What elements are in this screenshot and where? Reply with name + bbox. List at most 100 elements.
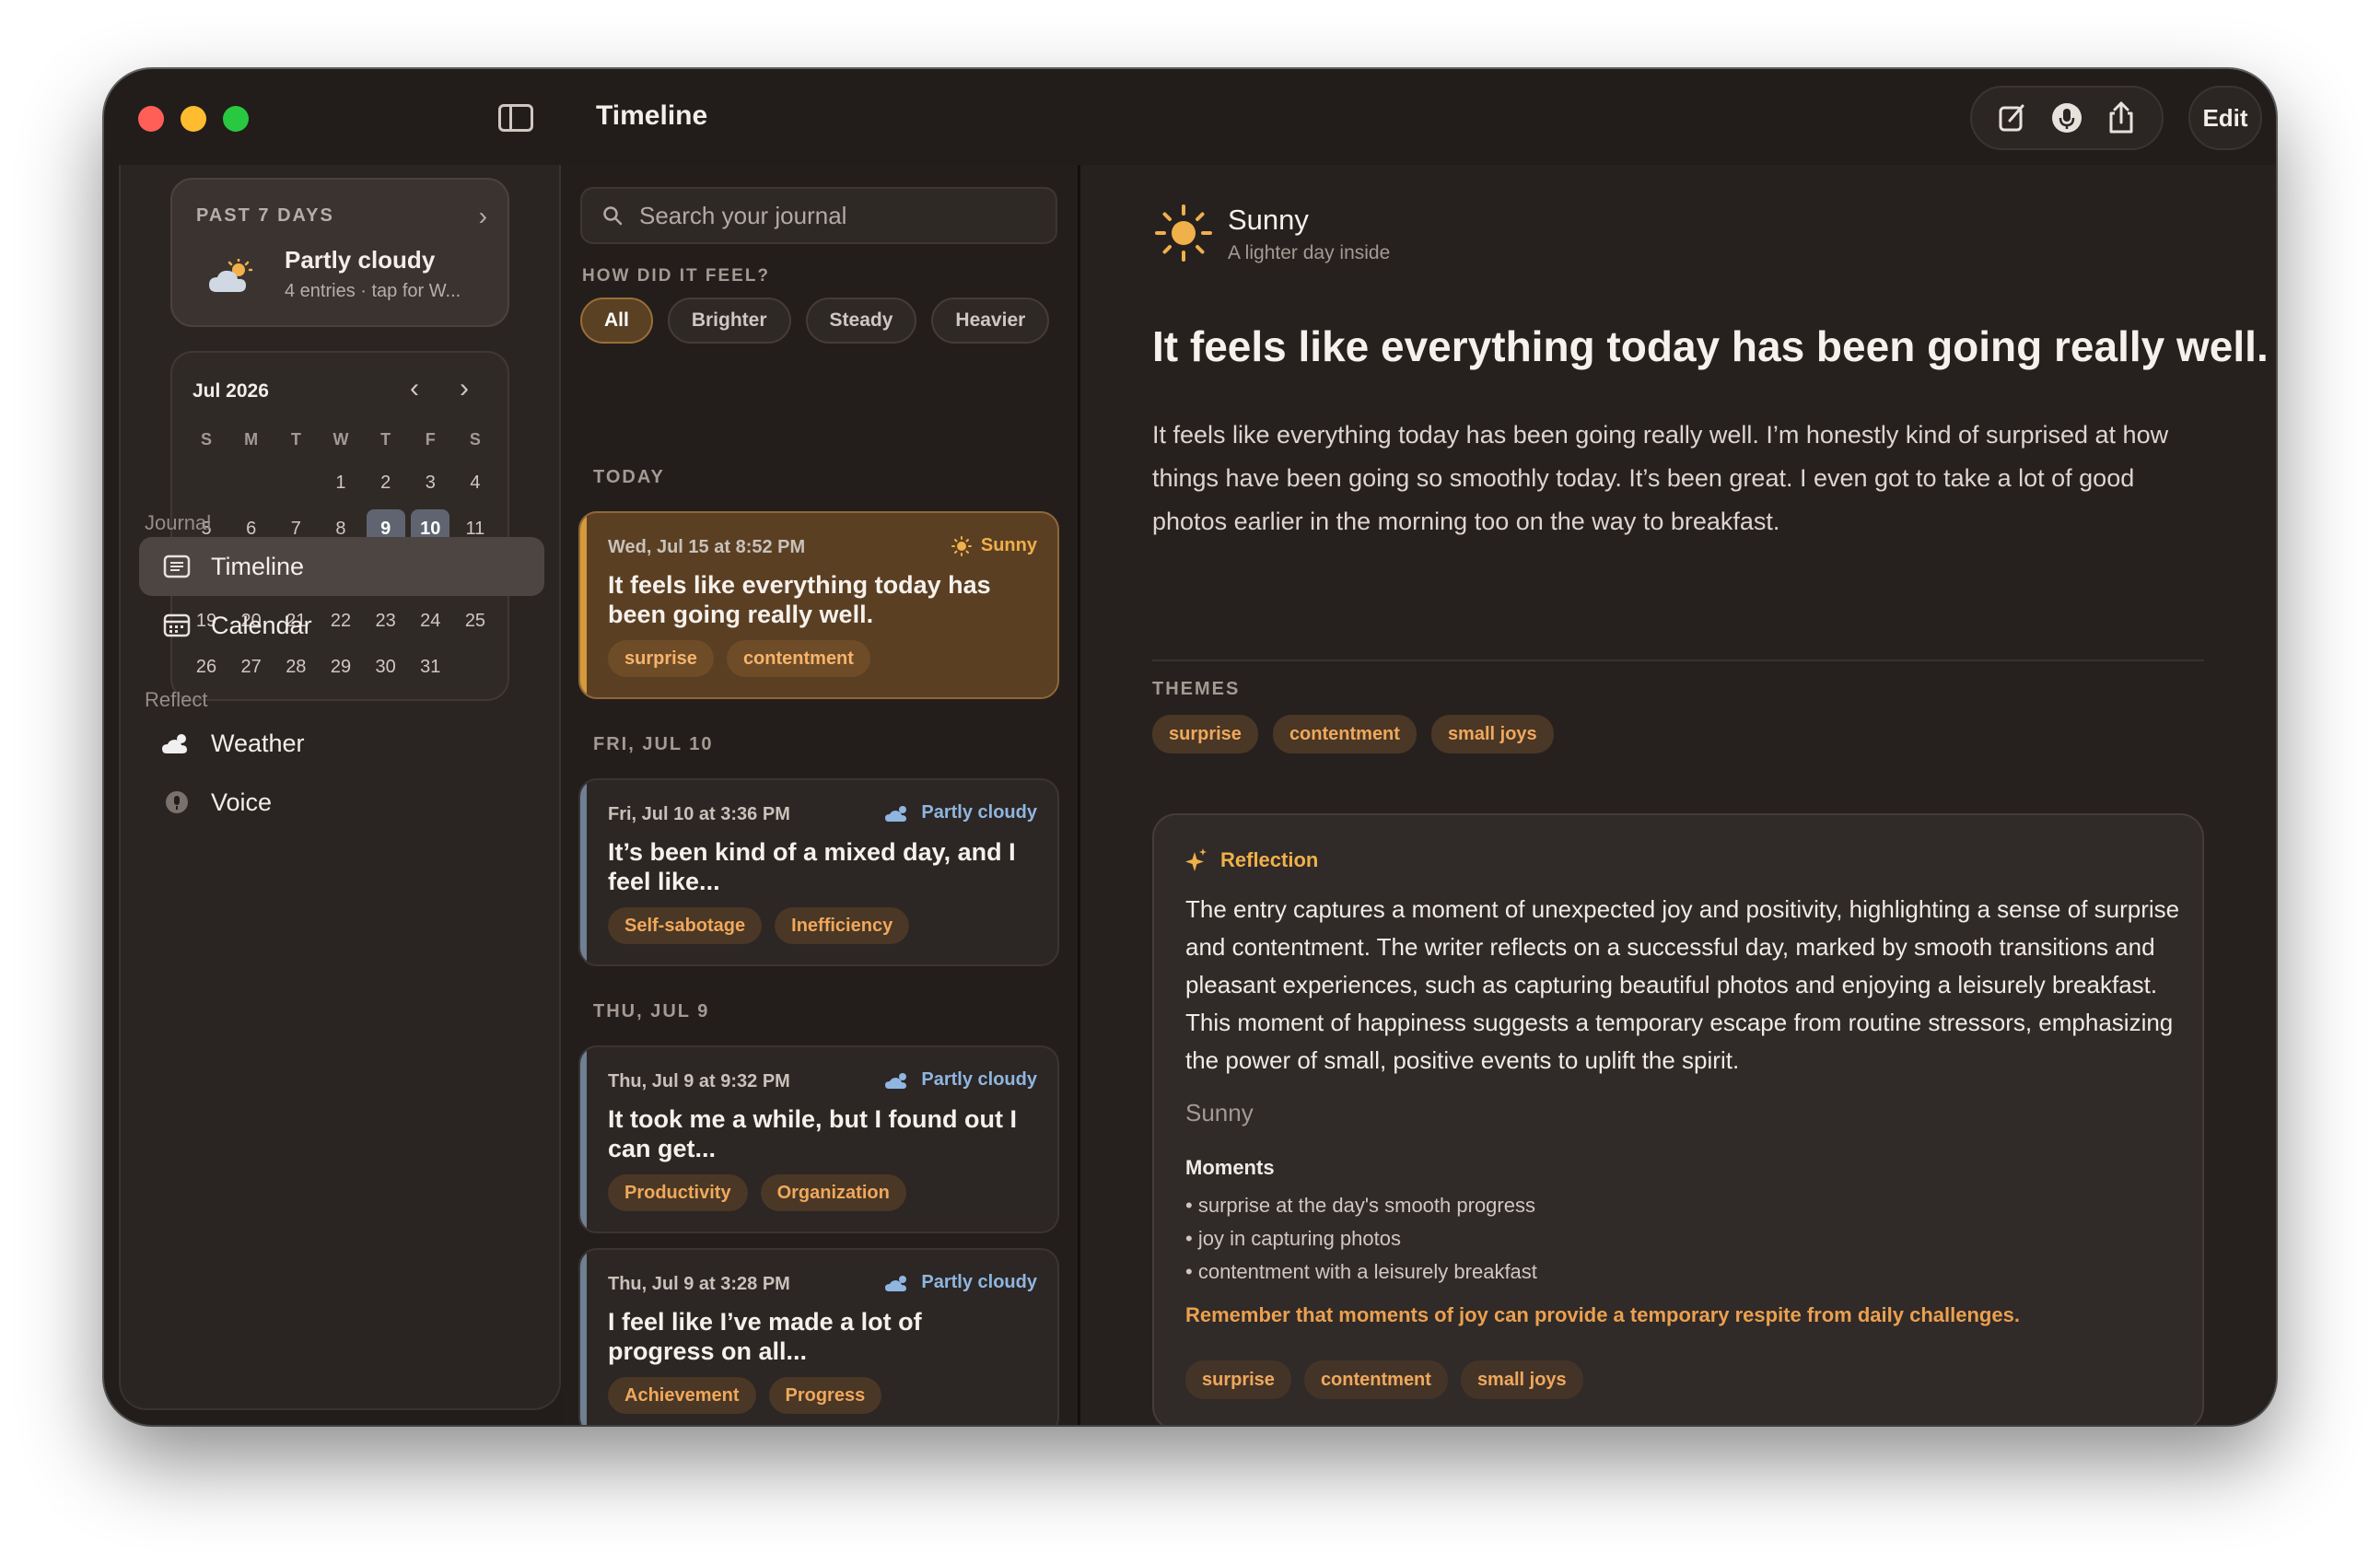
timeline-entry[interactable]: Fri, Jul 10 at 3:36 PM Partly cloudy It’… xyxy=(578,778,1059,966)
chevron-left-icon[interactable]: ‹ xyxy=(410,373,419,404)
entry-date: Thu, Jul 9 at 9:32 PM xyxy=(608,1071,790,1091)
detail-title: It feels like everything today has been … xyxy=(1152,322,2269,370)
title-bar: Timeline Edit xyxy=(104,69,2276,165)
timeline-entry[interactable]: Thu, Jul 9 at 3:28 PM Partly cloudy I fe… xyxy=(578,1248,1059,1425)
feel-filters: All Brighter Steady Heavier xyxy=(580,298,1050,344)
tag[interactable]: Achievement xyxy=(608,1377,756,1414)
reflection-weather: Sunny xyxy=(1185,1099,1254,1126)
sidebar: PAST 7 DAYS › Partly cloudy 4 entries · … xyxy=(119,165,561,1410)
sidebar-toggle-icon[interactable] xyxy=(498,104,533,132)
compose-button[interactable] xyxy=(1994,99,2031,136)
calendar-weekday: W xyxy=(332,430,349,449)
tag[interactable]: Organization xyxy=(760,1174,906,1211)
edit-button[interactable]: Edit xyxy=(2188,86,2262,150)
list-icon xyxy=(161,554,192,579)
share-icon xyxy=(2109,101,2133,134)
entry-weather: Partly cloudy xyxy=(884,1272,1037,1293)
share-button[interactable] xyxy=(2103,99,2140,136)
timeline-entry[interactable]: Wed, Jul 15 at 8:52 PM Sunny It feels li… xyxy=(578,511,1059,699)
entry-title: It took me a while, but I found out I ca… xyxy=(608,1105,1017,1162)
timeline-entry[interactable]: Thu, Jul 9 at 9:32 PM Partly cloudy It t… xyxy=(578,1045,1059,1233)
past-7-days-subtitle: 4 entries · tap for W... xyxy=(285,281,461,301)
filter-all[interactable]: All xyxy=(580,298,653,344)
tag[interactable]: Productivity xyxy=(608,1174,748,1211)
chevron-right-icon[interactable]: › xyxy=(460,373,469,404)
entry-tags: Self-sabotage Inefficiency xyxy=(608,907,910,944)
calendar-day-number: 2 xyxy=(380,472,391,493)
entry-weather: Partly cloudy xyxy=(884,802,1037,823)
voice-record-button[interactable] xyxy=(2048,99,2085,136)
tag[interactable]: surprise xyxy=(1185,1360,1291,1399)
tag[interactable]: surprise xyxy=(608,640,714,677)
sidebar-item-calendar[interactable]: Calendar xyxy=(139,596,544,655)
tag[interactable]: Inefficiency xyxy=(775,907,910,944)
calendar-day-number xyxy=(232,463,271,502)
microphone-icon xyxy=(161,789,192,815)
calendar-day[interactable]: 3 xyxy=(409,460,451,506)
filter-heavier[interactable]: Heavier xyxy=(931,298,1050,344)
group-label-today: TODAY xyxy=(593,467,665,487)
entry-date: Fri, Jul 10 at 3:36 PM xyxy=(608,804,790,824)
calendar-day[interactable]: 1 xyxy=(320,460,362,506)
group-label-jul-10: FRI, JUL 10 xyxy=(593,734,714,754)
close-window-button[interactable] xyxy=(138,106,164,132)
tag[interactable]: small joys xyxy=(1430,715,1554,753)
microphone-icon xyxy=(2051,103,2082,133)
entry-tags: Achievement Progress xyxy=(608,1377,882,1414)
filter-brighter[interactable]: Brighter xyxy=(667,298,791,344)
nav-section-journal: Journal xyxy=(145,511,212,534)
past-7-days-title: Partly cloudy xyxy=(285,246,436,274)
moments-label: Moments xyxy=(1185,1156,1275,1179)
sidebar-item-label: Calendar xyxy=(211,611,312,639)
chevron-right-icon: › xyxy=(478,202,487,230)
calendar-day[interactable]: 4 xyxy=(454,460,496,506)
tag[interactable]: Progress xyxy=(768,1377,882,1414)
calendar-blank xyxy=(274,460,317,506)
feel-filter-label: HOW DID IT FEEL? xyxy=(582,266,771,286)
sparkle-icon xyxy=(1185,848,1207,871)
tag[interactable]: surprise xyxy=(1152,715,1258,753)
calendar-weekday: S xyxy=(469,430,481,449)
past-7-days-card[interactable]: PAST 7 DAYS › Partly cloudy 4 entries · … xyxy=(170,178,509,327)
entry-weather: Partly cloudy xyxy=(884,1069,1037,1091)
partly-cloudy-icon xyxy=(885,1275,907,1291)
past-7-days-label: PAST 7 DAYS xyxy=(196,205,334,226)
search-input[interactable]: Search your journal xyxy=(580,187,1057,244)
reflection-card: Reflection The entry captures a moment o… xyxy=(1152,813,2204,1425)
list-item: joy in capturing photos xyxy=(1185,1222,1537,1255)
calendar-day-number: 3 xyxy=(425,472,436,493)
tag[interactable]: contentment xyxy=(1272,715,1417,753)
search-placeholder: Search your journal xyxy=(639,201,847,229)
divider xyxy=(1152,659,2204,661)
nav-section-reflect: Reflect xyxy=(145,688,208,711)
toolbar-actions xyxy=(1970,86,2164,150)
calendar-weekday: S xyxy=(200,430,212,449)
calendar-month-label: Jul 2026 xyxy=(192,380,269,402)
tag[interactable]: contentment xyxy=(726,640,870,677)
entry-detail: Sunny A lighter day inside It feels like… xyxy=(1080,165,2276,1425)
search-icon xyxy=(603,206,623,226)
tag[interactable]: small joys xyxy=(1460,1360,1583,1399)
detail-weather: Sunny xyxy=(1228,204,1309,236)
list-item: contentment with a leisurely breakfast xyxy=(1185,1255,1537,1289)
sidebar-item-weather[interactable]: Weather xyxy=(139,714,544,773)
tag[interactable]: contentment xyxy=(1303,1360,1448,1399)
entry-date: Wed, Jul 15 at 8:52 PM xyxy=(608,537,806,557)
partly-cloudy-icon xyxy=(209,259,253,292)
entry-date: Thu, Jul 9 at 3:28 PM xyxy=(608,1274,790,1294)
sidebar-item-voice[interactable]: Voice xyxy=(139,773,544,832)
sidebar-item-timeline[interactable]: Timeline xyxy=(139,537,544,596)
filter-steady[interactable]: Steady xyxy=(805,298,917,344)
tag[interactable]: Self-sabotage xyxy=(608,907,763,944)
window-title: Timeline xyxy=(596,100,708,131)
calendar-day[interactable]: 2 xyxy=(365,460,407,506)
calendar-icon xyxy=(161,613,192,638)
app-window: Timeline Edit PAST 7 DAYS › Partly cloud… xyxy=(104,69,2276,1425)
theme-tags: surprise contentment small joys xyxy=(1152,715,1554,753)
calendar-blank xyxy=(230,460,273,506)
calendar-weekday: M xyxy=(244,430,259,449)
entry-title: It feels like everything today has been … xyxy=(608,571,991,628)
partly-cloudy-icon xyxy=(161,730,192,756)
zoom-window-button[interactable] xyxy=(223,106,249,132)
minimize-window-button[interactable] xyxy=(181,106,206,132)
